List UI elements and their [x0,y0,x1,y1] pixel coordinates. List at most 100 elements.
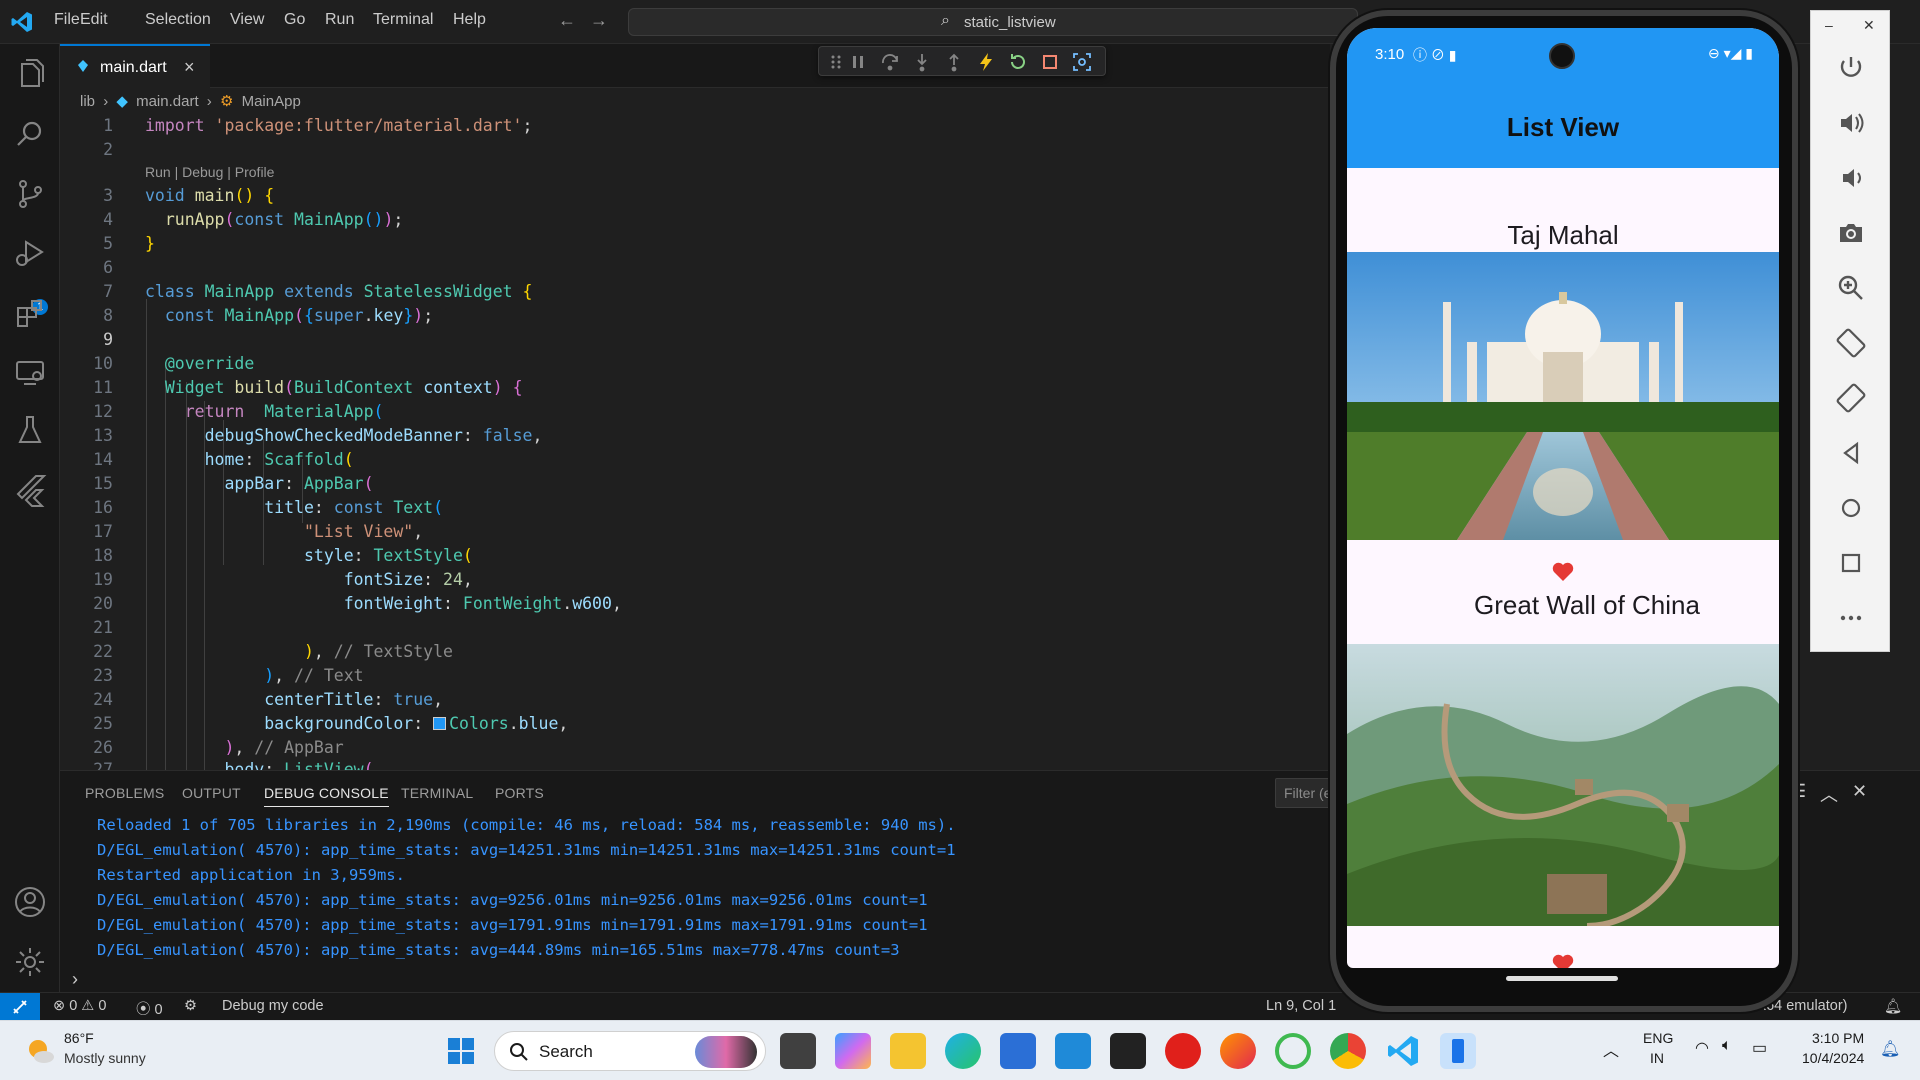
console-prompt-icon[interactable]: › [72,969,78,990]
menu-selection[interactable]: Selection [145,11,211,29]
heart-icon[interactable] [1552,954,1574,968]
extensions-icon[interactable] [12,296,48,332]
tab-main-dart[interactable]: main.dart × [60,44,210,88]
notification-bell-icon[interactable]: 🔔︎ [1880,1039,1900,1059]
weather-desc[interactable]: Mostly sunny [64,1050,146,1066]
step-out-icon[interactable] [943,51,965,73]
volume-icon[interactable]: 🔈︎ [1722,1037,1732,1055]
menu-help[interactable]: Help [453,11,486,29]
heart-icon[interactable] [1552,562,1574,582]
volume-down-icon[interactable] [1833,160,1869,196]
ports-indicator[interactable]: ⦿ 0 [136,998,163,1019]
explorer-icon[interactable] [12,56,48,92]
errors-indicator[interactable]: ⊗ 0 ⚠ 0 [53,998,106,1014]
power-icon[interactable] [1833,49,1869,85]
stop-icon[interactable] [1039,51,1061,73]
weather-temp[interactable]: 86°F [64,1030,94,1046]
menu-run[interactable]: Run [325,11,354,29]
breadcrumb-file[interactable]: main.dart [136,93,199,110]
tab-ports[interactable]: PORTS [495,785,544,801]
breadcrumb-lib[interactable]: lib [80,93,95,110]
code-lens[interactable]: Run | Debug | Profile [145,164,274,180]
pause-icon[interactable] [847,51,869,73]
drag-handle-icon[interactable] [825,51,847,73]
home-circle-icon[interactable] [1833,490,1869,526]
testing-icon[interactable] [12,412,48,448]
msdos-icon[interactable] [1110,1033,1146,1069]
close-icon[interactable]: ✕ [1863,17,1875,34]
clock-date[interactable]: 10/4/2024 [1802,1050,1864,1066]
debug-config[interactable]: Debug my code [222,998,324,1014]
windows-start-icon[interactable] [443,1033,479,1069]
search-icon[interactable] [12,116,48,152]
store-icon[interactable] [1000,1033,1036,1069]
battery-icon[interactable]: ▭ [1752,1038,1767,1058]
flutter-icon[interactable] [12,472,48,508]
source-control-icon[interactable] [12,176,48,212]
opera-icon[interactable] [1165,1033,1201,1069]
command-center[interactable]: ⌕ static_listview [628,8,1358,36]
edge-icon[interactable] [945,1033,981,1069]
taskbar-search[interactable]: Search [494,1031,766,1071]
menu-edit[interactable]: Edit [80,11,108,29]
mail-icon[interactable] [1055,1033,1091,1069]
widget-inspector-icon[interactable] [1071,51,1093,73]
volume-up-icon[interactable] [1833,105,1869,141]
copilot-icon[interactable] [835,1033,871,1069]
task-view-icon[interactable] [780,1033,816,1069]
breadcrumb-class[interactable]: MainApp [242,93,301,110]
rotate-right-icon[interactable] [1833,380,1869,416]
debug-icon[interactable]: ⚙ [184,998,197,1014]
zoom-icon[interactable] [1833,270,1869,306]
vscode-taskbar-icon[interactable] [1385,1033,1421,1069]
tab-terminal[interactable]: TERMINAL [401,785,473,801]
gesture-home-bar[interactable] [1506,976,1618,981]
close-tab-icon[interactable]: × [184,57,195,78]
input-language[interactable]: ENG [1643,1030,1673,1046]
back-arrow-icon[interactable]: ← [558,10,576,31]
weather-sun-icon[interactable] [24,1035,56,1067]
emulator-taskbar-icon[interactable] [1440,1033,1476,1069]
rotate-left-icon[interactable] [1833,325,1869,361]
chrome-icon[interactable] [1330,1033,1366,1069]
settings-gear-icon[interactable] [12,944,48,980]
wifi-icon[interactable]: ◠ [1695,1038,1709,1058]
forward-arrow-icon[interactable]: → [590,10,608,31]
step-over-icon[interactable] [879,51,901,73]
loader-app-icon[interactable] [1275,1033,1311,1069]
account-icon[interactable] [12,884,48,920]
back-triangle-icon[interactable] [1833,435,1869,471]
more-options-icon[interactable] [1833,600,1869,636]
line-number: 23 [93,666,113,685]
clock-time[interactable]: 3:10 PM [1812,1030,1864,1046]
file-explorer-icon[interactable] [890,1033,926,1069]
firefox-icon[interactable] [1220,1033,1256,1069]
tab-problems[interactable]: PROBLEMS [85,785,164,801]
code-editor[interactable]: 1 import 'package:flutter/material.dart';… [60,114,1330,770]
cursor-position[interactable]: Ln 9, Col 1 [1266,998,1336,1014]
camera-icon[interactable] [1833,215,1869,251]
color-swatch[interactable] [433,717,447,730]
run-debug-icon[interactable] [12,236,48,272]
chevron-up-icon[interactable]: ︿ [1603,1037,1619,1061]
overview-square-icon[interactable] [1833,545,1869,581]
hot-reload-icon[interactable] [975,51,997,73]
minimize-icon[interactable]: – [1825,17,1833,33]
list-item-title[interactable]: Great Wall of China [1371,590,1779,621]
menu-file[interactable]: File [54,11,80,29]
restart-icon[interactable] [1007,51,1029,73]
step-into-icon[interactable] [911,51,933,73]
remote-indicator[interactable] [0,993,40,1021]
list-item-title[interactable]: Taj Mahal [1347,220,1779,251]
menu-terminal[interactable]: Terminal [373,11,433,29]
remote-explorer-icon[interactable] [12,354,48,390]
close-panel-icon[interactable]: ✕ [1852,781,1867,802]
tab-output[interactable]: OUTPUT [182,785,241,801]
phone-screen[interactable]: 3:10 ⓘ ⊘ ▮ ⊖ ▾◢ ▮ List View Taj Mahal Gr… [1347,28,1779,968]
notifications-bell-icon[interactable]: 🔔︎ [1884,998,1902,1015]
menu-go[interactable]: Go [284,11,305,29]
menu-view[interactable]: View [230,11,264,29]
tab-debug-console[interactable]: DEBUG CONSOLE [264,785,389,807]
input-region[interactable]: IN [1650,1050,1664,1066]
chevron-up-icon[interactable]: ︿ [1820,781,1838,807]
